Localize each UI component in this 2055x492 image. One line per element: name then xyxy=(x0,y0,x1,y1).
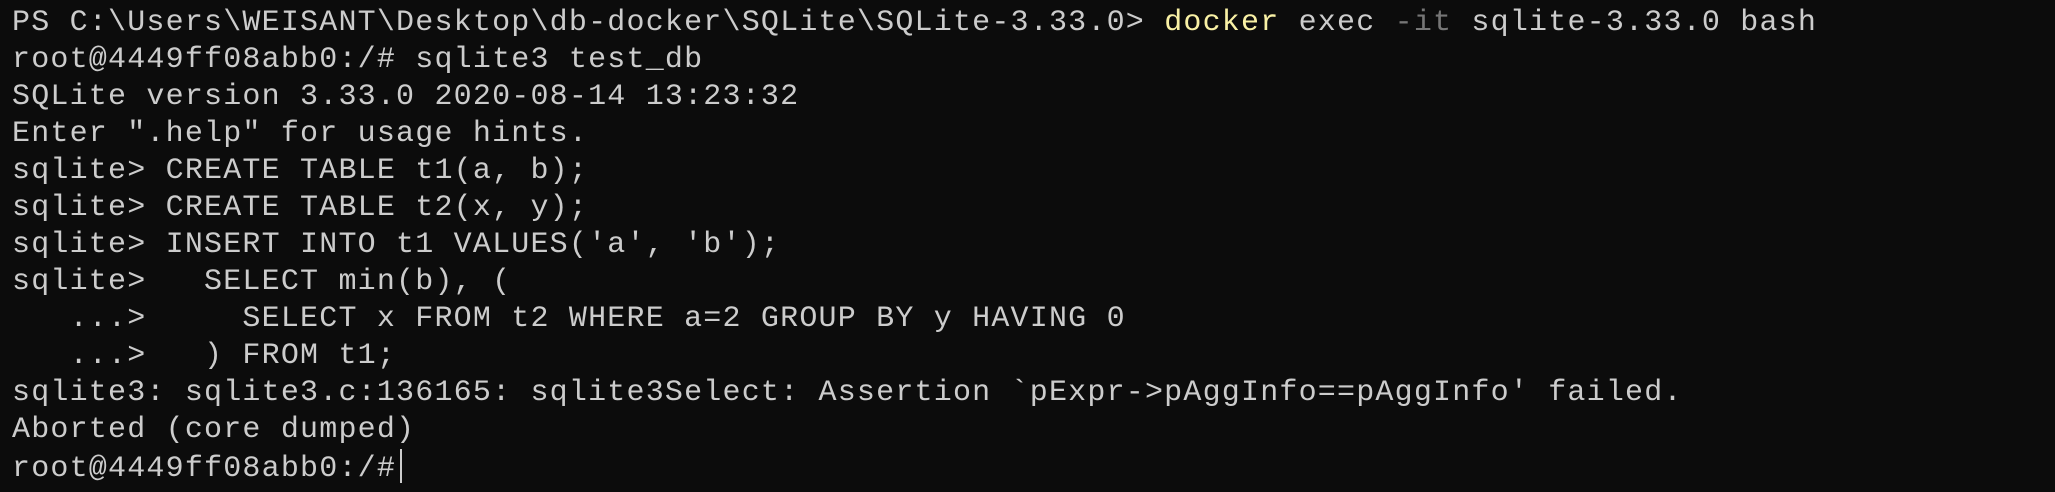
output-line: root@4449ff08abb0:/# sqlite3 test_db xyxy=(12,43,704,77)
output-line: SQLite version 3.33.0 2020-08-14 13:23:3… xyxy=(12,80,800,114)
error-line: sqlite3: sqlite3.c:136165: sqlite3Select… xyxy=(12,376,1683,410)
ps-prompt: PS C:\Users\WEISANT\Desktop\db-docker\SQ… xyxy=(12,6,1165,40)
output-line: sqlite> CREATE TABLE t1(a, b); xyxy=(12,154,589,188)
output-line: sqlite> SELECT min(b), ( xyxy=(12,265,512,299)
shell-prompt: root@4449ff08abb0:/# xyxy=(12,452,397,486)
output-line: ...> SELECT x FROM t2 WHERE a=2 GROUP BY… xyxy=(12,302,1126,336)
output-line: Enter ".help" for usage hints. xyxy=(12,117,589,151)
output-line: sqlite> CREATE TABLE t2(x, y); xyxy=(12,191,589,225)
terminal-output[interactable]: PS C:\Users\WEISANT\Desktop\db-docker\SQ… xyxy=(12,5,1817,486)
output-line: sqlite> INSERT INTO t1 VALUES('a', 'b'); xyxy=(12,228,781,262)
powershell-command-line: PS C:\Users\WEISANT\Desktop\db-docker\SQ… xyxy=(12,5,1817,42)
command-name: docker xyxy=(1164,6,1280,40)
text-cursor xyxy=(400,449,403,483)
output-line: ...> ) FROM t1; xyxy=(12,339,397,373)
command-flag: -it xyxy=(1394,6,1453,40)
output-line: Aborted (core dumped) xyxy=(12,413,416,447)
current-prompt-line[interactable]: root@4449ff08abb0:/# xyxy=(12,449,1817,486)
command-arg: exec xyxy=(1279,6,1395,40)
command-arg: sqlite-3.33.0 bash xyxy=(1452,6,1818,40)
